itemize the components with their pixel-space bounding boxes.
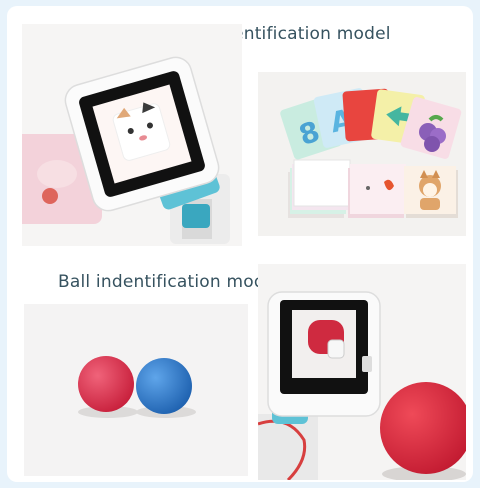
- card-recognition-device-photo: [22, 24, 242, 246]
- ball-recognition-device-photo: [258, 264, 466, 480]
- red-and-blue-balls-photo: [24, 304, 248, 476]
- ball-model-heading: Ball indentification model: [58, 272, 281, 292]
- recognition-cards-photo: 8 A: [258, 72, 466, 236]
- device-with-ball-illustration: [258, 264, 466, 480]
- balls-illustration: [24, 304, 248, 476]
- cards-illustration: 8 A: [258, 72, 466, 236]
- device-with-card-illustration: [22, 24, 242, 246]
